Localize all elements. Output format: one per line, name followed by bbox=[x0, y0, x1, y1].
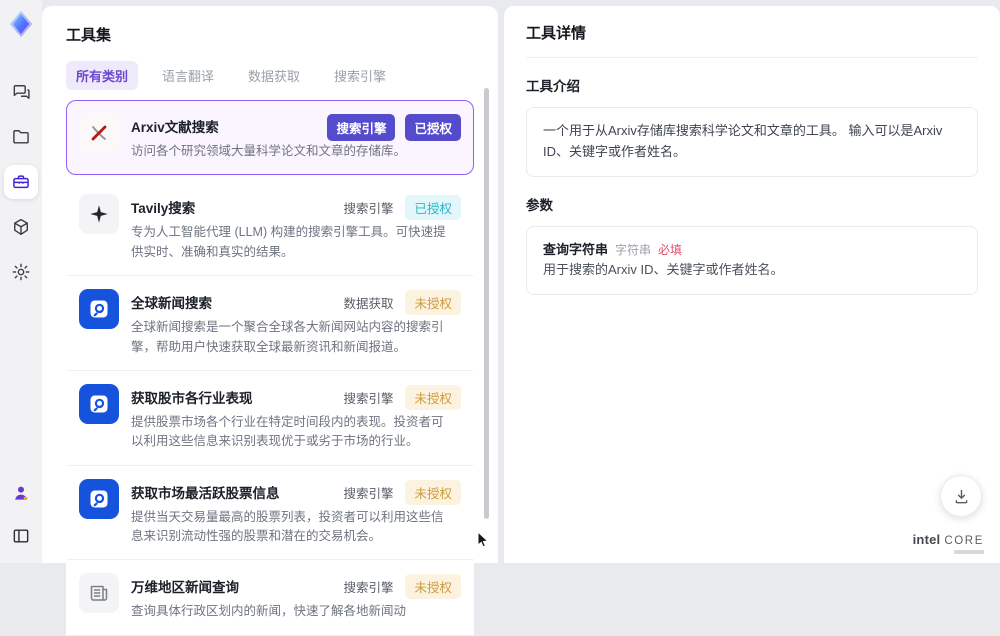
scrollbar[interactable] bbox=[484, 88, 489, 519]
tool-badges: 搜索引擎 已授权 bbox=[327, 114, 461, 141]
nav-settings-button[interactable] bbox=[4, 255, 38, 289]
user-avatar[interactable] bbox=[4, 476, 38, 510]
user-avatar-icon bbox=[15, 486, 28, 500]
panel-toggle-icon bbox=[13, 529, 29, 543]
intro-text: 一个用于从Arxiv存储库搜索科学论文和文章的工具。 输入可以是Arxiv ID… bbox=[543, 123, 943, 159]
nav-chat-button[interactable] bbox=[4, 75, 38, 109]
app-logo[interactable] bbox=[6, 9, 36, 39]
tool-badges: 数据获取 未授权 bbox=[341, 290, 461, 316]
tool-card[interactable]: 获取市场最活跃股票信息 提供当天交易量最高的股票列表，投资者可以利用这些信息来识… bbox=[66, 465, 474, 561]
tavily-star-icon bbox=[90, 205, 108, 224]
download-button[interactable] bbox=[940, 475, 982, 517]
param-description: 用于搜索的Arxiv ID、关键字或作者姓名。 bbox=[543, 262, 784, 278]
param-head: 查询字符串 字符串 必填 bbox=[543, 240, 961, 261]
rail-bottom bbox=[4, 476, 38, 553]
category-tabs: 所有类别 语言翻译 数据获取 搜索引擎 bbox=[66, 61, 474, 90]
params-box: 查询字符串 字符串 必填 用于搜索的Arxiv ID、关键字或作者姓名。 bbox=[526, 225, 978, 296]
rail-nav bbox=[4, 75, 38, 289]
intro-box: 一个用于从Arxiv存储库搜索科学论文和文章的工具。 输入可以是Arxiv ID… bbox=[526, 107, 978, 177]
category-badge: 搜索引擎 bbox=[343, 391, 394, 406]
arxiv-icon bbox=[91, 125, 107, 141]
category-tab[interactable]: 所有类别 bbox=[66, 61, 139, 90]
search-blue-icon bbox=[79, 289, 119, 330]
brand-subline bbox=[954, 550, 984, 554]
left-rail bbox=[0, 0, 42, 563]
tool-badges: 搜索引擎 已授权 bbox=[341, 195, 461, 221]
category-tab[interactable]: 语言翻译 bbox=[152, 61, 224, 90]
search-icon bbox=[90, 300, 108, 318]
auth-badge: 已授权 bbox=[405, 114, 461, 141]
auth-badge: 未授权 bbox=[405, 574, 461, 600]
tavily-icon bbox=[79, 194, 119, 235]
tool-description: 访问各个研究领域大量科学论文和文章的存储库。 bbox=[131, 144, 407, 158]
search-icon bbox=[90, 395, 108, 413]
tool-card[interactable]: Arxiv文献搜索 访问各个研究领域大量科学论文和文章的存储库。 搜索引擎 已授… bbox=[66, 100, 474, 176]
search-icon bbox=[90, 490, 108, 508]
news-icon bbox=[79, 573, 119, 614]
arxiv-icon bbox=[79, 113, 119, 153]
param-row: 查询字符串 字符串 必填 用于搜索的Arxiv ID、关键字或作者姓名。 bbox=[543, 240, 961, 282]
settings-icon bbox=[12, 263, 30, 281]
auth-badge: 未授权 bbox=[405, 479, 461, 505]
param-required-badge: 必填 bbox=[658, 242, 683, 257]
tool-card[interactable]: Tavily搜索 专为人工智能代理 (LLM) 构建的搜索引擎工具。可快速提供实… bbox=[66, 181, 474, 277]
chat-icon bbox=[13, 85, 30, 99]
tool-description: 查询具体行政区划内的新闻，快速了解各地新闻动 bbox=[131, 604, 407, 619]
cube-icon bbox=[14, 218, 28, 236]
download-icon bbox=[955, 489, 967, 503]
brand-intel-text: intel bbox=[912, 531, 941, 547]
search-blue-icon bbox=[79, 478, 119, 519]
auth-badge: 已授权 bbox=[405, 195, 461, 221]
category-tab[interactable]: 数据获取 bbox=[238, 61, 310, 90]
auth-badge: 未授权 bbox=[405, 290, 461, 316]
tool-badges: 搜索引擎 未授权 bbox=[341, 384, 461, 410]
nav-models-button[interactable] bbox=[4, 210, 38, 244]
category-tab[interactable]: 搜索引擎 bbox=[324, 61, 396, 90]
brand-core-text: core bbox=[944, 534, 984, 547]
category-badge: 搜索引擎 bbox=[343, 486, 394, 501]
tool-badges: 搜索引擎 未授权 bbox=[341, 574, 461, 600]
param-name: 查询字符串 bbox=[543, 241, 609, 257]
tool-description: 专为人工智能代理 (LLM) 构建的搜索引擎工具。可快速提供实时、准确和真实的结… bbox=[131, 225, 446, 259]
auth-badge: 未授权 bbox=[405, 384, 461, 410]
category-badge: 数据获取 bbox=[343, 297, 394, 312]
newspaper-icon bbox=[90, 586, 108, 602]
toolbox-icon bbox=[13, 175, 29, 189]
tool-card[interactable]: 全球新闻搜索 全球新闻搜索是一个聚合全球各大新闻网站内容的搜索引擎，帮助用户快速… bbox=[66, 276, 474, 371]
intel-core-logo: intel core bbox=[912, 531, 984, 554]
folder-icon bbox=[13, 130, 29, 144]
search-blue-icon bbox=[79, 383, 119, 424]
tool-card[interactable]: 万维地区新闻查询 查询具体行政区划内的新闻，快速了解各地新闻动 搜索引擎 未授权 bbox=[66, 560, 474, 636]
tools-panel: 工具集 所有类别 语言翻译 数据获取 搜索引擎 Arxiv文献搜索 访问各个研究… bbox=[42, 6, 498, 636]
param-type: 字符串 bbox=[615, 242, 652, 257]
nav-files-button[interactable] bbox=[4, 120, 38, 154]
detail-title: 工具详情 bbox=[526, 22, 978, 58]
category-badge: 搜索引擎 bbox=[343, 202, 394, 217]
panel-toggle-button[interactable] bbox=[4, 519, 38, 553]
nav-tools-button[interactable] bbox=[4, 165, 38, 199]
params-heading: 参数 bbox=[526, 197, 553, 213]
category-badge: 搜索引擎 bbox=[327, 114, 396, 141]
tool-description: 提供当天交易量最高的股票列表，投资者可以利用这些信息来识别流动性强的股票和潜在的… bbox=[131, 509, 444, 543]
app-root: 工具集 所有类别 语言翻译 数据获取 搜索引擎 Arxiv文献搜索 访问各个研究… bbox=[0, 0, 1000, 636]
page-title: 工具集 bbox=[66, 27, 112, 44]
tool-list: Arxiv文献搜索 访问各个研究领域大量科学论文和文章的存储库。 搜索引擎 已授… bbox=[66, 100, 474, 636]
diamond-logo-icon bbox=[9, 10, 33, 38]
category-badge: 搜索引擎 bbox=[343, 581, 394, 596]
tool-card[interactable]: 获取股市各行业表现 提供股票市场各个行业在特定时间段内的表现。投资者可以利用这些… bbox=[66, 370, 474, 466]
tool-description: 提供股票市场各个行业在特定时间段内的表现。投资者可以利用这些信息来识别表现优于或… bbox=[131, 414, 444, 449]
tool-badges: 搜索引擎 未授权 bbox=[341, 479, 461, 505]
tool-description: 全球新闻搜索是一个聚合全球各大新闻网站内容的搜索引擎，帮助用户快速获取全球最新资… bbox=[131, 320, 444, 354]
intro-heading: 工具介绍 bbox=[526, 79, 580, 94]
detail-panel: 工具详情 工具介绍 一个用于从Arxiv存储库搜索科学论文和文章的工具。 输入可… bbox=[504, 6, 1000, 563]
